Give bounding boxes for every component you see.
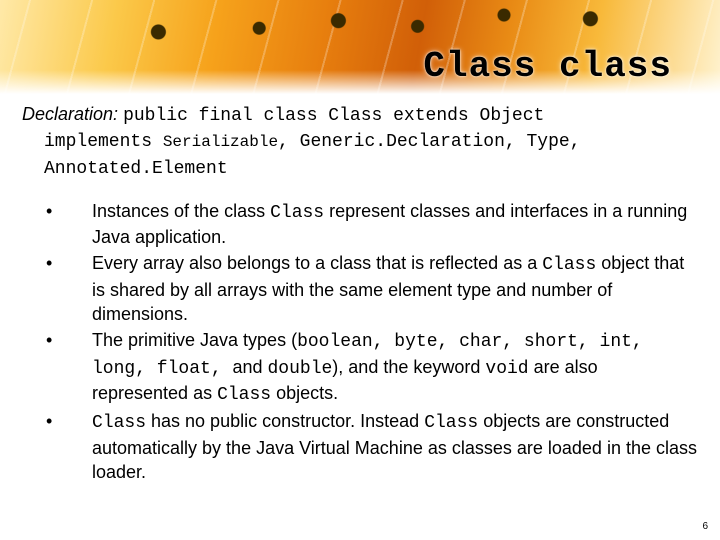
code-void: void <box>485 359 528 379</box>
list-item: Every array also belongs to a class that… <box>46 251 698 326</box>
bullet-text: and <box>232 357 267 377</box>
list-item: Instances of the class Class represent c… <box>46 199 698 250</box>
list-item: The primitive Java types (boolean, byte,… <box>46 328 698 407</box>
page-number: 6 <box>702 521 708 532</box>
bullet-text: The primitive Java types ( <box>92 330 297 350</box>
list-item: Class has no public constructor. Instead… <box>46 409 698 484</box>
bullet-text: objects. <box>271 383 338 403</box>
declaration-line2b: Serializable <box>163 133 278 151</box>
code-class: Class <box>542 255 596 275</box>
slide: Class class Declaration: public final cl… <box>0 0 720 540</box>
code-class: Class <box>217 385 271 405</box>
bullet-text: ), and the keyword <box>332 357 485 377</box>
bullet-text: Every array also belongs to a class that… <box>92 253 542 273</box>
bullet-list: Instances of the class Class represent c… <box>46 199 698 484</box>
declaration-label: Declaration: <box>22 104 118 124</box>
declaration-line1: public final class Class extends Object <box>123 106 544 126</box>
declaration-block: Declaration: public final class Class ex… <box>22 102 698 181</box>
code-class: Class <box>270 203 324 223</box>
code-class: Class <box>424 413 478 433</box>
code-double: double <box>267 359 332 379</box>
declaration-line2a: implements <box>44 132 163 152</box>
code-class: Class <box>92 413 146 433</box>
bullet-text: Instances of the class <box>92 201 270 221</box>
slide-title: Class class <box>423 46 672 87</box>
bullet-text: has no public constructor. Instead <box>146 411 424 431</box>
content-area: Declaration: public final class Class ex… <box>22 102 698 486</box>
